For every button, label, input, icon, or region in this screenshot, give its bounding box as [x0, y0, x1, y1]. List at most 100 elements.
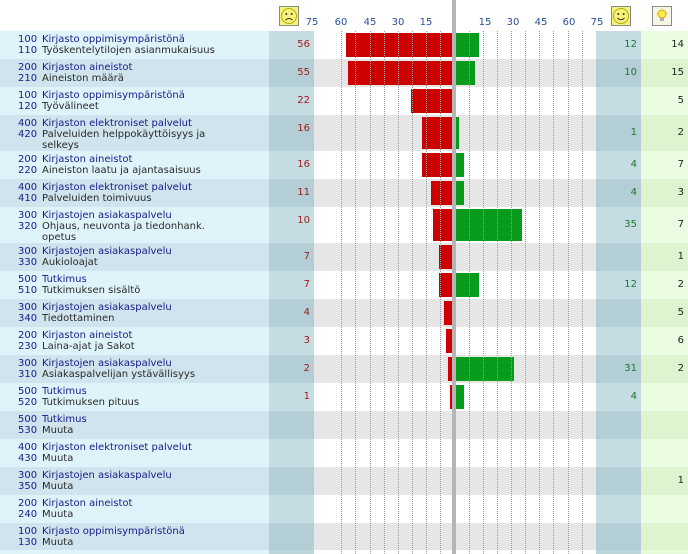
main-category-text: Kirjastojen asiakaspalvelu	[42, 358, 172, 369]
sub-category-label: 230 Laina-ajat ja Sakot	[18, 341, 269, 352]
main-category-label: 500 Tutkimus	[18, 414, 269, 425]
sub-category-code: 320	[18, 221, 38, 232]
positive-count: 10	[596, 59, 641, 87]
positive-count	[596, 523, 641, 550]
negative-count: 16	[269, 151, 314, 179]
sub-category-text: Muuta	[42, 425, 74, 436]
main-category-label: 100 Kirjasto oppimisympäristönä	[18, 526, 269, 537]
sub-category-text: Palveluiden helppokäyttöisyys ja selkeys	[42, 129, 206, 151]
grid-line	[483, 31, 484, 554]
sub-category-code: 410	[18, 193, 38, 204]
pos-tick-label: 60	[562, 17, 576, 28]
grid-line	[497, 31, 498, 554]
sub-category-label: 220 Aineiston laatu ja ajantasaisuus	[18, 165, 269, 176]
main-category-label: 300 Kirjastojen asiakaspalvelu	[18, 210, 269, 221]
main-category-label: 100 Kirjasto oppimisympäristönä	[18, 34, 269, 45]
positive-bar	[456, 153, 464, 177]
main-category-label: 300 Kirjastojen asiakaspalvelu	[18, 358, 269, 369]
category-cell: 200 Kirjaston aineistot 220 Aineiston laatu…	[0, 151, 269, 179]
main-category-code: 400	[18, 442, 38, 453]
main-category-text: Kirjasto oppimisympäristönä	[42, 34, 185, 45]
main-category-code: 400	[18, 182, 38, 193]
negative-count	[269, 523, 314, 550]
main-category-code: 400	[18, 118, 38, 129]
positive-count	[596, 299, 641, 327]
main-category-label: 400 Kirjaston elektroniset palvelut	[18, 118, 269, 129]
grid-line	[582, 31, 583, 554]
positive-bar	[456, 33, 479, 57]
main-category-code: 200	[18, 154, 38, 165]
category-cell: 400 Kirjaston elektroniset palvelut 430 Muu…	[0, 439, 269, 467]
table-row: 500 Tutkimus 530 Muuta	[0, 411, 688, 439]
sub-category-text: Työvälineet	[42, 101, 99, 112]
grid-line	[539, 31, 540, 554]
sub-category-text: Muuta	[42, 453, 74, 464]
idea-count: 3	[641, 179, 688, 207]
grid-line	[355, 31, 356, 554]
sub-category-code: 220	[18, 165, 38, 176]
main-category-label: 200 Kirjaston aineistot	[18, 62, 269, 73]
negative-count: 11	[269, 179, 314, 207]
main-category-text: Tutkimus	[42, 414, 87, 425]
main-category-label: 400 Kirjaston elektroniset palvelut	[18, 182, 269, 193]
idea-count: 6	[641, 327, 688, 355]
sub-category-code: 330	[18, 257, 38, 268]
table-row: 100 Kirjasto oppimisympäristönä 120 Työväli…	[0, 87, 688, 115]
neg-tick-label: 60	[334, 17, 348, 28]
main-category-code: 300	[18, 302, 38, 313]
positive-count: 35	[596, 207, 641, 243]
main-category-code: 500	[18, 274, 38, 285]
negative-bar	[348, 61, 452, 85]
grid-line	[398, 31, 399, 554]
sub-category-text: Muuta	[42, 509, 74, 520]
sub-category-label: 310 Asiakaspalvelijan ystävällisyys	[18, 369, 269, 380]
main-category-text: Kirjaston elektroniset palvelut	[42, 118, 192, 129]
main-category-text: Kirjaston elektroniset palvelut	[42, 182, 192, 193]
main-category-label: 500 Tutkimus	[18, 274, 269, 285]
sub-category-text: Ohjaus, neuvonta ja tiedonhank. opetus	[42, 221, 205, 243]
idea-count: 15	[641, 59, 688, 87]
idea-count	[641, 495, 688, 523]
idea-count: 7	[641, 207, 688, 243]
main-category-label: 500 Tutkimus	[18, 386, 269, 397]
grid-line	[412, 31, 413, 554]
negative-count: 7	[269, 243, 314, 271]
negative-count	[269, 411, 314, 439]
sub-category-code: 230	[18, 341, 38, 352]
main-category-label: 300 Kirjastojen asiakaspalvelu	[18, 246, 269, 257]
sub-category-text: Aukioloajat	[42, 257, 98, 268]
main-category-code: 100	[18, 90, 38, 101]
negative-count: 56	[269, 31, 314, 59]
category-cell: 300 Kirjastojen asiakaspalvelu 340 Tiedotta…	[0, 299, 269, 327]
positive-count	[596, 327, 641, 355]
main-category-label: 400 Kirjaston elektroniset palvelut	[18, 442, 269, 453]
positive-bar	[456, 385, 464, 409]
positive-count	[596, 495, 641, 523]
positive-count: 4	[596, 179, 641, 207]
idea-count: 1	[641, 467, 688, 495]
main-category-text: Tutkimus	[42, 386, 87, 397]
pos-tick-label: 30	[506, 17, 520, 28]
negative-bar	[411, 89, 452, 113]
negative-count: 4	[269, 299, 314, 327]
positive-count: 4	[596, 151, 641, 179]
table-row: 300 Kirjastojen asiakaspalvelu 330 Aukioloa…	[0, 243, 688, 271]
idea-count	[641, 411, 688, 439]
sub-category-label: 430 Muuta	[18, 453, 269, 464]
main-category-text: Kirjaston aineistot	[42, 330, 133, 341]
main-category-code: 200	[18, 498, 38, 509]
category-cell: 500 Tutkimus 530 Muuta	[0, 411, 269, 439]
table-row: 400 Kirjaston elektroniset palvelut 430 Muu…	[0, 439, 688, 467]
negative-bar	[431, 181, 452, 205]
sub-category-label: 530 Muuta	[18, 425, 269, 436]
main-category-label: 100 Kirjasto oppimisympäristönä	[18, 90, 269, 101]
positive-count	[596, 243, 641, 271]
positive-bar	[456, 273, 479, 297]
sub-category-text: Tiedottaminen	[42, 313, 115, 324]
category-cell: 300 Kirjastojen asiakaspalvelu 320 Ohjaus, …	[0, 207, 269, 243]
grid-line	[553, 31, 554, 554]
idea-count: 7	[641, 151, 688, 179]
neg-tick-label: 30	[391, 17, 405, 28]
sub-category-code: 430	[18, 453, 38, 464]
sub-category-code: 420	[18, 129, 38, 140]
